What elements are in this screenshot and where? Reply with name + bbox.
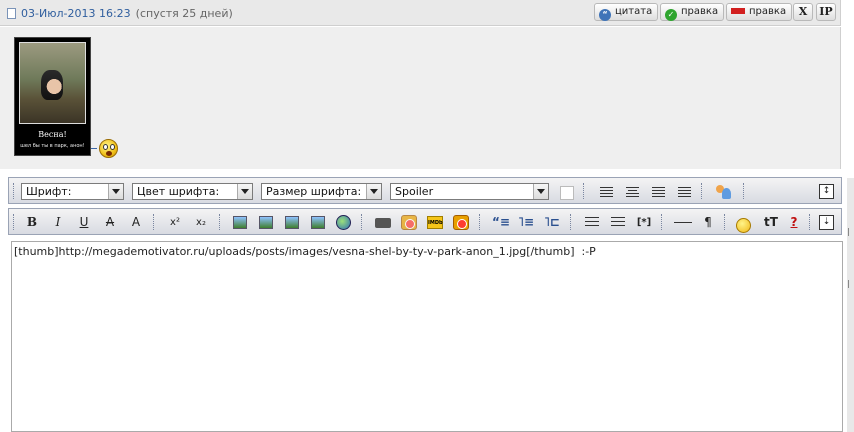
quote-button-label: цитата [615, 6, 653, 17]
chevron-down-icon [366, 184, 381, 199]
image-right-icon[interactable] [285, 216, 299, 229]
paragraph-button[interactable]: ¶ [699, 214, 717, 231]
imdb-icon[interactable]: IMDb [427, 216, 443, 229]
demotivator-figure [41, 70, 63, 100]
font-select-label: Шрифт: [26, 185, 72, 198]
demotivator-caption-sub: шел бы ты в парк, анон! [20, 143, 85, 149]
resize-icon[interactable]: ↕ [819, 184, 834, 199]
superscript-button[interactable]: x² [166, 214, 184, 231]
demotivator-thumbnail[interactable]: Весна! шел бы ты в парк, анон! [14, 37, 91, 156]
quote-format-icon[interactable]: “≡ [492, 215, 510, 229]
post-header: 03-Июл-2013 16:23 (спустя 25 дней) “ цитат… [0, 0, 841, 26]
horizontal-rule-icon[interactable] [674, 222, 692, 223]
align-justify-icon[interactable] [678, 187, 691, 197]
font-size-select[interactable]: Размер шрифта: [261, 183, 382, 200]
help-button[interactable]: ? [785, 214, 803, 231]
editor-toolbar-top: Шрифт: Цвет шрифта: Размер шрифта: Spoil… [8, 177, 842, 204]
font-color-select[interactable]: Цвет шрифта: [132, 183, 253, 200]
font-color-select-label: Цвет шрифта: [137, 185, 220, 198]
font-size-select-label: Размер шрифта: [266, 185, 362, 198]
chevron-down-icon [108, 184, 123, 199]
bullet-list-icon[interactable] [585, 217, 599, 228]
post-date[interactable]: 03-Июл-2013 16:23 (спустя 25 дней) [7, 7, 233, 20]
toolbar-separator [701, 183, 704, 199]
video-icon[interactable] [375, 218, 391, 228]
strikethrough-button[interactable]: A [101, 214, 119, 231]
toolbar-separator [153, 214, 156, 230]
admin-edit-button-label: правка [749, 6, 787, 17]
tag-select[interactable]: Spoiler [390, 183, 549, 200]
users-icon[interactable] [714, 184, 732, 200]
post-since: (спустя 25 дней) [135, 7, 233, 20]
media-icon[interactable] [401, 215, 417, 230]
link-underscore[interactable] [91, 148, 97, 149]
toolbar-separator [809, 214, 812, 230]
align-right-icon[interactable] [652, 187, 665, 197]
shadow-button[interactable]: A [127, 214, 145, 231]
ip-button[interactable]: IP [816, 3, 836, 21]
quote-button[interactable]: “ цитата [594, 3, 659, 21]
editor-toolbar-format: B I U A A x² x₂ IMDb “≡ ˥≡ ˥⊏ [*] ¶ tT ? [8, 208, 842, 235]
toolbar-separator [661, 214, 664, 230]
font-select[interactable]: Шрифт: [21, 183, 124, 200]
toolbar-separator [570, 214, 573, 230]
underline-button[interactable]: U [75, 214, 93, 231]
chevron-down-icon [533, 184, 548, 199]
toolbar-separator [724, 214, 727, 230]
tag-select-label: Spoiler [395, 185, 434, 198]
smiley-icon[interactable] [736, 218, 751, 233]
align-center-icon[interactable] [626, 187, 639, 197]
collapse-icon[interactable]: ⇣ [819, 215, 834, 230]
toolbar-separator [743, 183, 746, 199]
toolbar-separator [219, 214, 222, 230]
demotivator-caption-title: Весна! [38, 130, 67, 139]
bold-button[interactable]: B [23, 214, 41, 231]
code-icon[interactable]: ˥≡ [518, 215, 534, 229]
post-body: Весна! шел бы ты в парк, анон! [0, 27, 841, 169]
message-textarea[interactable]: [thumb]http://megademotivator.ru/uploads… [11, 241, 843, 432]
edit-button-label: правка [681, 6, 719, 17]
post-date-text[interactable]: 03-Июл-2013 16:23 [21, 7, 131, 20]
list-item-button[interactable]: [*] [635, 214, 653, 231]
toolbar-separator [479, 214, 482, 230]
edit-button[interactable]: ✓ правка [660, 3, 725, 21]
admin-edit-button[interactable]: правка [726, 3, 793, 21]
minus-icon [731, 8, 745, 14]
scroll-mark [848, 280, 853, 288]
align-left-icon[interactable] [600, 187, 613, 197]
quote-icon: “ [599, 9, 611, 21]
image-icon[interactable] [233, 216, 247, 229]
surprised-smiley-icon [99, 139, 118, 158]
post-doc-icon [7, 8, 16, 19]
subscript-button[interactable]: x₂ [192, 214, 210, 231]
toolbar-separator [583, 183, 586, 199]
image-left-icon[interactable] [259, 216, 273, 229]
page-scroll-strip[interactable] [847, 178, 854, 432]
color-swatch[interactable] [560, 186, 574, 200]
toolbar-grip[interactable] [13, 183, 16, 199]
font-size-button[interactable]: tT [762, 214, 780, 231]
numbered-list-icon[interactable] [611, 217, 625, 228]
toolbar-separator [361, 214, 364, 230]
delete-button[interactable]: X [793, 3, 813, 21]
youtube-icon[interactable] [453, 215, 469, 230]
image-upload-icon[interactable] [311, 216, 325, 229]
chevron-down-icon [237, 184, 252, 199]
toolbar-grip[interactable] [13, 214, 16, 230]
link-globe-icon[interactable] [336, 215, 351, 230]
checkmark-icon: ✓ [665, 9, 677, 21]
scroll-mark [848, 228, 853, 236]
italic-button[interactable]: I [49, 214, 67, 231]
reply-editor: Шрифт: Цвет шрифта: Размер шрифта: Spoil… [8, 177, 843, 432]
spoiler-icon[interactable]: ˥⊏ [544, 215, 560, 229]
